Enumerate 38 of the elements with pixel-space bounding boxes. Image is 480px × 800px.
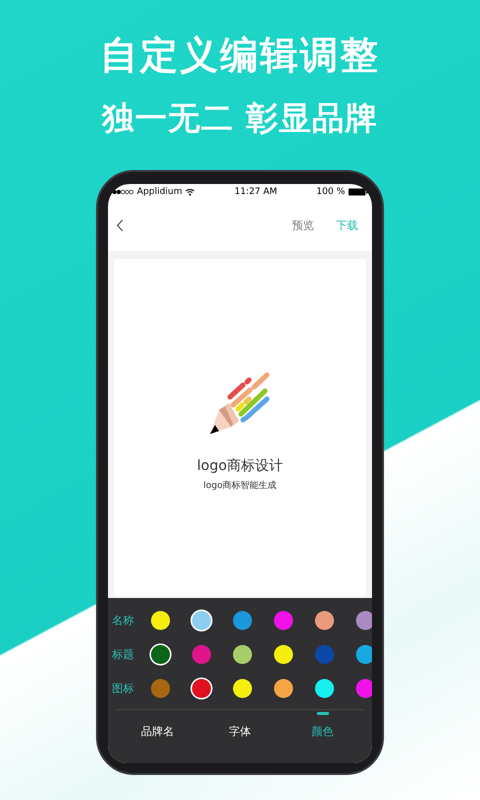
color-swatch[interactable] [274, 610, 293, 630]
tab-indicator [316, 712, 329, 715]
tab[interactable]: 字体 [198, 710, 282, 752]
color-swatch[interactable] [356, 678, 372, 698]
row-label: 名称 [112, 612, 135, 628]
color-swatch[interactable] [192, 678, 211, 698]
color-swatch[interactable] [192, 644, 211, 664]
pencil-logo-drawing [210, 372, 270, 434]
headline: 自定义编辑调整 [100, 32, 380, 78]
subheadline: 独一无二 彰显品牌 [102, 98, 378, 138]
status-time: 11:27 AM [233, 186, 278, 196]
battery-icon [348, 188, 368, 196]
brand-name: logo商标设计 [197, 457, 283, 475]
brand-slogan: logo商标智能生成 [203, 480, 277, 492]
color-swatch[interactable] [192, 610, 211, 630]
color-swatch[interactable] [151, 644, 170, 664]
carrier-name: Applidium [137, 186, 182, 196]
color-swatch[interactable] [151, 610, 170, 630]
color-swatch[interactable] [233, 678, 252, 698]
color-swatch[interactable] [315, 678, 334, 698]
color-swatch[interactable] [356, 644, 372, 664]
color-swatch[interactable] [274, 644, 293, 664]
tab[interactable]: 品牌名 [116, 710, 199, 752]
color-swatch[interactable] [315, 644, 334, 664]
color-swatch[interactable] [233, 644, 252, 664]
wifi-icon [185, 188, 196, 196]
color-swatch[interactable] [274, 678, 293, 698]
color-swatch[interactable] [151, 678, 170, 698]
color-swatch[interactable] [233, 610, 252, 630]
battery-percent: 100 % [316, 186, 345, 196]
back-icon[interactable] [116, 218, 124, 232]
color-swatch[interactable] [356, 610, 372, 630]
tab[interactable]: 颜色 [281, 710, 364, 752]
row-label: 标题 [112, 646, 135, 662]
color-swatch[interactable] [315, 610, 334, 630]
signal-icon [112, 188, 134, 194]
row-label: 图标 [112, 680, 135, 696]
preview-button[interactable]: 预览 [286, 214, 320, 236]
